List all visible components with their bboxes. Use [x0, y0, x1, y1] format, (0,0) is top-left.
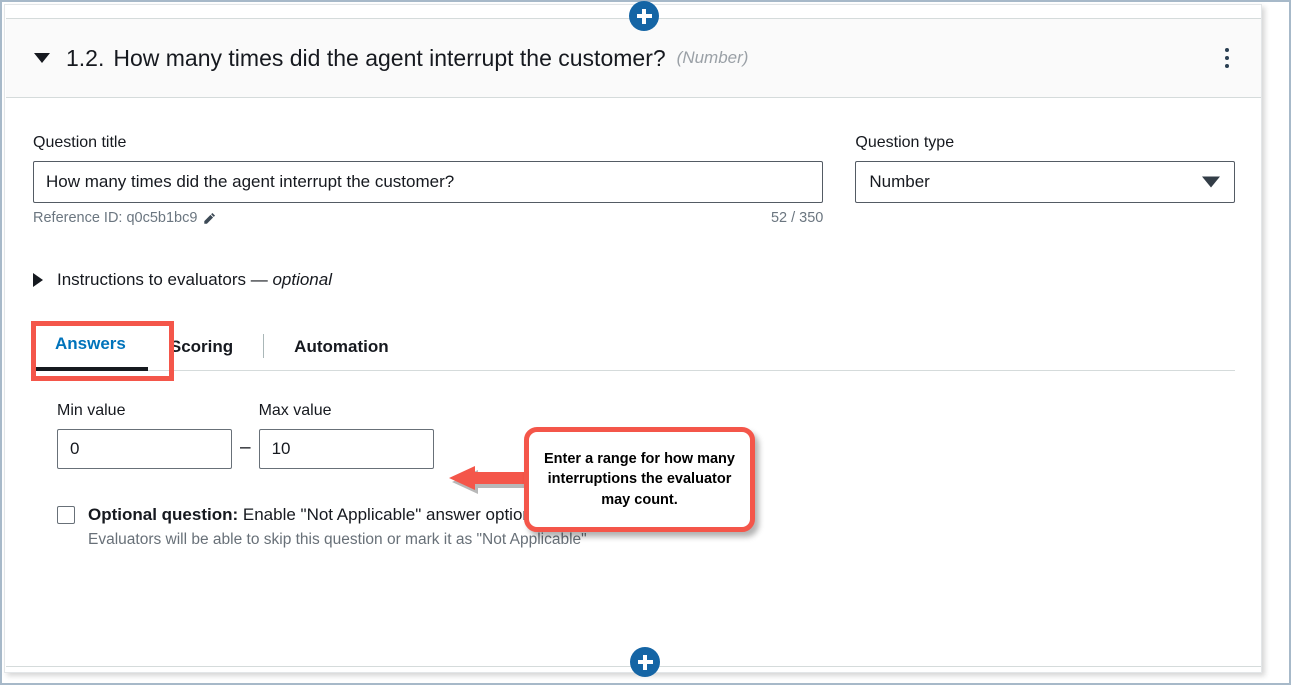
max-value-input[interactable]: [258, 429, 434, 469]
tabs: Answers Scoring Automation: [33, 325, 1235, 371]
annotation-callout-text: Enter a range for how many interruptions…: [544, 450, 735, 508]
optional-question-rest-label: Enable "Not Applicable" answer option: [238, 505, 532, 524]
max-value-label: Max value: [258, 402, 332, 419]
min-value-label: Min value: [57, 402, 126, 419]
screenshot-root: 1.2. How many times did the agent interr…: [0, 0, 1291, 685]
tab-separator: [263, 334, 265, 358]
instructions-optional-word: optional: [272, 270, 332, 289]
question-title-group: Question title Reference ID: q0c5b1bc9 5…: [33, 134, 824, 226]
question-title-label: Question title: [33, 134, 127, 151]
max-value-group: Max value: [258, 402, 434, 469]
question-type-tag: (Number): [676, 48, 749, 67]
optional-question-bold-label: Optional question:: [88, 505, 239, 524]
question-type-label: Question type: [855, 134, 955, 151]
add-question-button-bottom[interactable]: [630, 647, 660, 677]
question-type-select[interactable]: Number: [855, 161, 1235, 203]
tab-answers[interactable]: Answers: [33, 334, 148, 371]
left-arrow-icon: [449, 466, 529, 494]
title-and-type-row: Question title Reference ID: q0c5b1bc9 5…: [33, 99, 1235, 226]
caret-right-icon: [33, 273, 43, 287]
min-value-group: Min value: [57, 402, 232, 469]
instructions-accordion[interactable]: Instructions to evaluators — optional: [33, 270, 332, 290]
pencil-icon[interactable]: [203, 212, 216, 225]
optional-question-checkbox[interactable]: [57, 506, 75, 524]
tab-scoring[interactable]: Scoring: [148, 337, 255, 370]
char-counter: 52 / 350: [770, 210, 824, 226]
chevron-down-icon: [1202, 176, 1220, 188]
range-separator: –: [240, 437, 251, 458]
kebab-dot: [1225, 64, 1229, 68]
question-type-value: Number: [869, 172, 930, 191]
min-value-input[interactable]: [57, 429, 232, 469]
question-title-meta: Reference ID: q0c5b1bc9 52 / 350: [33, 210, 823, 226]
question-title-input[interactable]: [33, 161, 824, 203]
kebab-dot: [1225, 48, 1229, 52]
add-question-button-top[interactable]: [629, 1, 659, 31]
optional-question-label-group: Optional question: Enable "Not Applicabl…: [88, 505, 532, 525]
tab-automation[interactable]: Automation: [272, 337, 410, 370]
instructions-label: Instructions to evaluators —: [57, 270, 273, 289]
question-number: 1.2.: [66, 44, 105, 71]
annotation-callout: Enter a range for how many interruptions…: [524, 427, 755, 532]
tabs-container: Answers Scoring Automation: [31, 321, 1235, 381]
reference-id-label: Reference ID: q0c5b1bc9: [33, 210, 198, 226]
instructions-label-group: Instructions to evaluators — optional: [57, 270, 332, 290]
reference-id[interactable]: Reference ID: q0c5b1bc9: [33, 210, 216, 226]
kebab-menu-icon[interactable]: [1215, 44, 1239, 72]
optional-question-sublabel: Evaluators will be able to skip this que…: [88, 531, 587, 548]
question-header: 1.2. How many times did the agent interr…: [6, 18, 1261, 98]
question-card: 1.2. How many times did the agent interr…: [4, 4, 1262, 673]
caret-down-icon[interactable]: [34, 53, 50, 63]
question-type-group: Question type Number: [855, 134, 1235, 203]
question-header-title: How many times did the agent interrupt t…: [113, 44, 666, 71]
kebab-dot: [1225, 56, 1229, 60]
